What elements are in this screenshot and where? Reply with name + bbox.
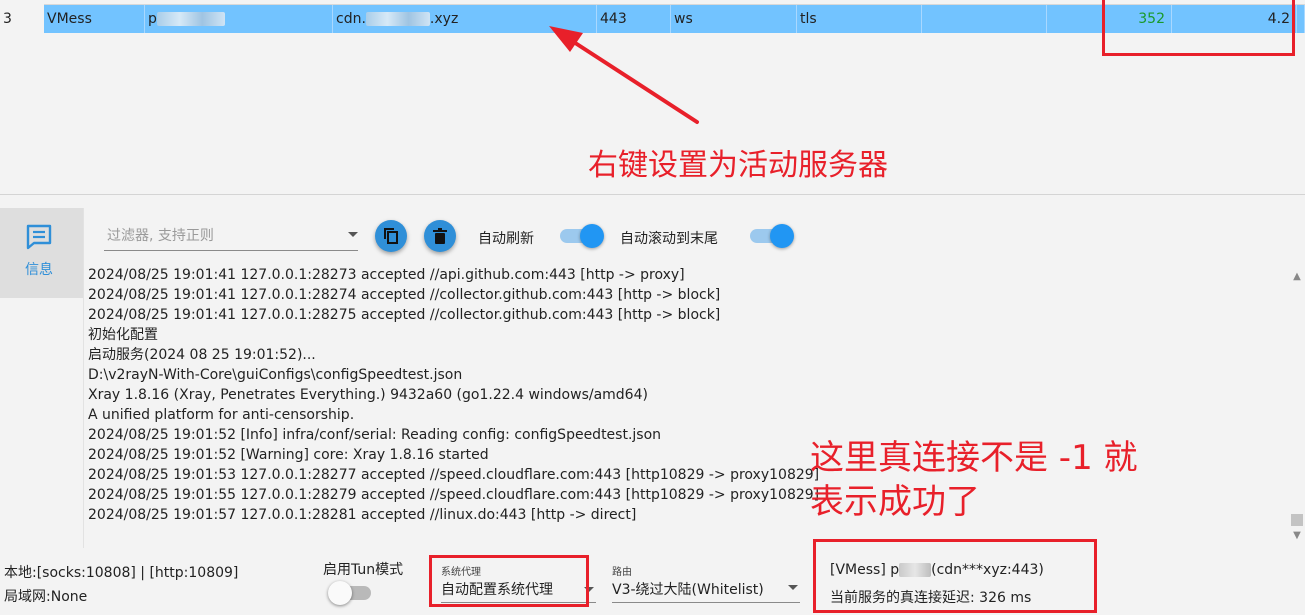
log-filter-input[interactable] <box>104 223 334 249</box>
row-address-suffix: xyz <box>434 11 459 27</box>
toggle-knob <box>580 224 604 248</box>
scroll-down-icon[interactable]: ▼ <box>1291 528 1303 544</box>
row-remarks-prefix: p <box>148 11 157 27</box>
log-output[interactable]: 2024/08/25 19:01:41 127.0.0.1:28273 acce… <box>88 265 1283 535</box>
row-empty-column <box>922 5 1047 33</box>
auto-scroll-toggle[interactable] <box>750 224 794 248</box>
message-icon <box>26 224 52 250</box>
log-line: 2024/08/25 19:01:41 127.0.0.1:28274 acce… <box>88 287 721 303</box>
row-index: 3 <box>0 5 44 33</box>
tun-mode-label: 启用Tun模式 <box>323 562 404 578</box>
log-line: A unified platform for anti-censorship. <box>88 407 355 423</box>
log-line: D:\v2rayN-With-Core\guiConfigs\configSpe… <box>88 367 463 383</box>
copy-icon <box>384 228 398 244</box>
tun-mode-toggle[interactable] <box>328 581 371 605</box>
log-filter-combobox[interactable] <box>104 223 358 251</box>
routing-select[interactable]: V3-绕过大陆(Whitelist) <box>612 579 764 599</box>
routing-underline <box>612 602 800 603</box>
log-line: 启动服务(2024 08 25 19:01:52)... <box>88 347 316 363</box>
nav-info-label: 信息 <box>25 262 53 278</box>
nav-info[interactable]: 信息 <box>0 208 84 298</box>
row-type: VMess <box>44 5 145 33</box>
row-address: cdn. .xyz <box>333 5 597 33</box>
scroll-up-icon[interactable]: ▲ <box>1291 269 1303 285</box>
log-line: 初始化配置 <box>88 327 158 343</box>
log-line: 2024/08/25 19:01:55 127.0.0.1:28279 acce… <box>88 487 820 503</box>
redacted-blur <box>365 12 430 26</box>
nav-divider <box>83 208 84 548</box>
annotation-set-active: 右键设置为活动服务器 <box>588 148 888 183</box>
row-network: ws <box>671 5 797 33</box>
annotation-real-delay-line2: 表示成功了 <box>810 482 980 522</box>
toggle-knob <box>328 581 352 605</box>
toggle-knob <box>770 224 794 248</box>
lan-status: 局域网:None <box>4 589 88 605</box>
annotation-box-system-proxy <box>429 555 589 607</box>
panel-divider <box>0 194 1305 195</box>
annotation-real-delay-line1: 这里真连接不是 -1 就 <box>810 438 1138 478</box>
redacted-blur <box>156 12 225 26</box>
auto-refresh-toggle[interactable] <box>560 224 604 248</box>
routing-caption: 路由 <box>612 567 632 578</box>
chevron-down-icon[interactable] <box>788 585 798 590</box>
log-line: 2024/08/25 19:01:57 127.0.0.1:28281 acce… <box>88 507 637 523</box>
row-port: 443 <box>597 5 671 33</box>
annotation-box-real-delay <box>813 539 1097 613</box>
log-scrollbar[interactable]: ▲ ▼ <box>1289 265 1305 545</box>
copy-log-button[interactable] <box>375 220 407 252</box>
auto-refresh-label: 自动刷新 <box>478 231 534 247</box>
log-line: 2024/08/25 19:01:41 127.0.0.1:28273 acce… <box>88 267 685 283</box>
row-security: tls <box>797 5 922 33</box>
chevron-down-icon[interactable] <box>348 232 358 237</box>
row-filler <box>1297 5 1305 33</box>
row-address-prefix: cdn. <box>336 11 366 27</box>
row-remarks: p <box>145 5 333 33</box>
scrollbar-thumb[interactable] <box>1291 514 1303 526</box>
clear-log-button[interactable] <box>424 220 456 252</box>
log-line: Xray 1.8.16 (Xray, Penetrates Everything… <box>88 387 648 403</box>
annotation-box-delay <box>1102 0 1295 56</box>
local-ports-status: 本地:[socks:10808] | [http:10809] <box>4 565 239 581</box>
auto-scroll-label: 自动滚动到末尾 <box>620 231 718 247</box>
trash-icon <box>433 227 447 244</box>
log-line: 2024/08/25 19:01:41 127.0.0.1:28275 acce… <box>88 307 721 323</box>
